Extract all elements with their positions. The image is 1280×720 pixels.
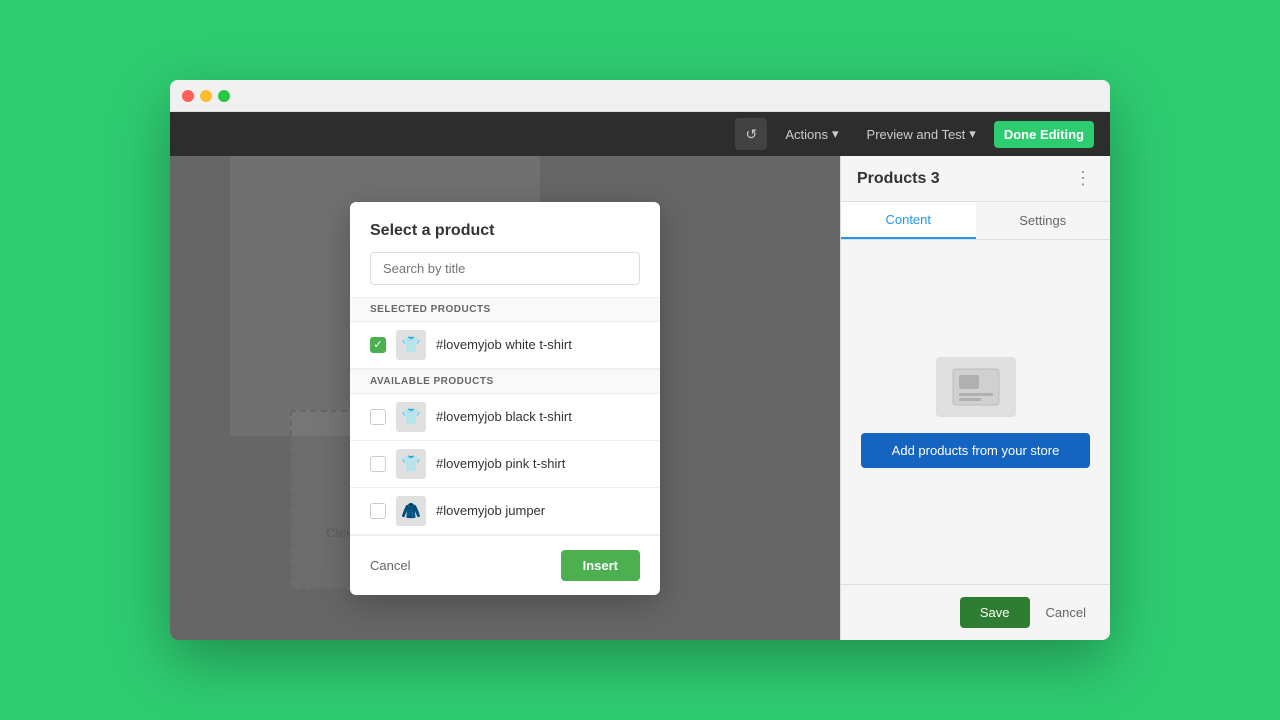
- actions-button[interactable]: Actions ▾: [775, 120, 848, 148]
- product-checkbox-3[interactable]: [370, 456, 386, 472]
- panel-dots-menu[interactable]: ⋮: [1074, 168, 1094, 189]
- preview-button[interactable]: Preview and Test ▾: [857, 120, 986, 148]
- history-icon: ↺: [745, 126, 757, 143]
- product-name-1: #lovemyjob white t-shirt: [436, 337, 572, 352]
- panel-footer: Save Cancel: [841, 584, 1110, 640]
- product-checkbox-1[interactable]: [370, 337, 386, 353]
- browser-window: ↺ Actions ▾ Preview and Test ▾ Done Edit…: [170, 80, 1110, 640]
- product-thumb-4: 🧥: [396, 496, 426, 526]
- available-product-item-2[interactable]: 👕 #lovemyjob pink t-shirt: [350, 441, 660, 488]
- product-checkbox-2[interactable]: [370, 409, 386, 425]
- browser-titlebar: [170, 80, 1110, 112]
- add-products-button[interactable]: Add products from your store: [861, 433, 1090, 468]
- available-products-label: AVAILABLE PRODUCTS: [350, 369, 660, 394]
- panel-title: Products 3: [857, 170, 940, 188]
- selected-products-label: SELECTED PRODUCTS: [350, 297, 660, 322]
- modal-title: Select a product: [370, 222, 640, 240]
- panel-tabs: Content Settings: [841, 202, 1110, 240]
- top-bar: ↺ Actions ▾ Preview and Test ▾ Done Edit…: [170, 112, 1110, 156]
- history-button[interactable]: ↺: [735, 118, 767, 150]
- modal-cancel-button[interactable]: Cancel: [370, 558, 410, 573]
- available-products-list: 👕 #lovemyjob black t-shirt 👕 #lovemyjob …: [350, 394, 660, 535]
- app-content: ↺ Actions ▾ Preview and Test ▾ Done Edit…: [170, 112, 1110, 640]
- product-thumb-2: 👕: [396, 402, 426, 432]
- product-thumb-3: 👕: [396, 449, 426, 479]
- modal-overlay: Select a product SELECTED PRODUCTS 👕: [170, 156, 840, 640]
- available-product-item-1[interactable]: 👕 #lovemyjob black t-shirt: [350, 394, 660, 441]
- done-editing-button[interactable]: Done Editing: [994, 121, 1094, 148]
- product-name-3: #lovemyjob pink t-shirt: [436, 456, 565, 471]
- search-input[interactable]: [370, 252, 640, 285]
- product-checkbox-4[interactable]: [370, 503, 386, 519]
- product-thumb-1: 👕: [396, 330, 426, 360]
- save-button[interactable]: Save: [960, 597, 1030, 628]
- available-product-item-3[interactable]: 🧥 #lovemyjob jumper: [350, 488, 660, 535]
- traffic-light-red[interactable]: [182, 90, 194, 102]
- product-select-modal: Select a product SELECTED PRODUCTS 👕: [350, 202, 660, 595]
- modal-footer: Cancel Insert: [350, 535, 660, 595]
- selected-products-list: 👕 #lovemyjob white t-shirt: [350, 322, 660, 369]
- tab-settings[interactable]: Settings: [976, 202, 1111, 239]
- product-name-4: #lovemyjob jumper: [436, 503, 545, 518]
- product-name-2: #lovemyjob black t-shirt: [436, 409, 572, 424]
- modal-header: Select a product: [350, 202, 660, 252]
- cancel-button[interactable]: Cancel: [1038, 597, 1094, 628]
- modal-insert-button[interactable]: Insert: [561, 550, 640, 581]
- selected-product-item-1[interactable]: 👕 #lovemyjob white t-shirt: [350, 322, 660, 369]
- panel-body: Add products from your store: [841, 240, 1110, 584]
- modal-search-area: [350, 252, 660, 297]
- panel-header: Products 3 ⋮: [841, 156, 1110, 202]
- traffic-light-green[interactable]: [218, 90, 230, 102]
- canvas-area: 👕 Click here to grab a product Select a …: [170, 156, 840, 640]
- right-panel: Products 3 ⋮ Content Settings: [840, 156, 1110, 640]
- panel-icon: [936, 357, 1016, 417]
- traffic-light-yellow[interactable]: [200, 90, 212, 102]
- tab-content[interactable]: Content: [841, 202, 976, 239]
- main-area: 👕 Click here to grab a product Select a …: [170, 156, 1110, 640]
